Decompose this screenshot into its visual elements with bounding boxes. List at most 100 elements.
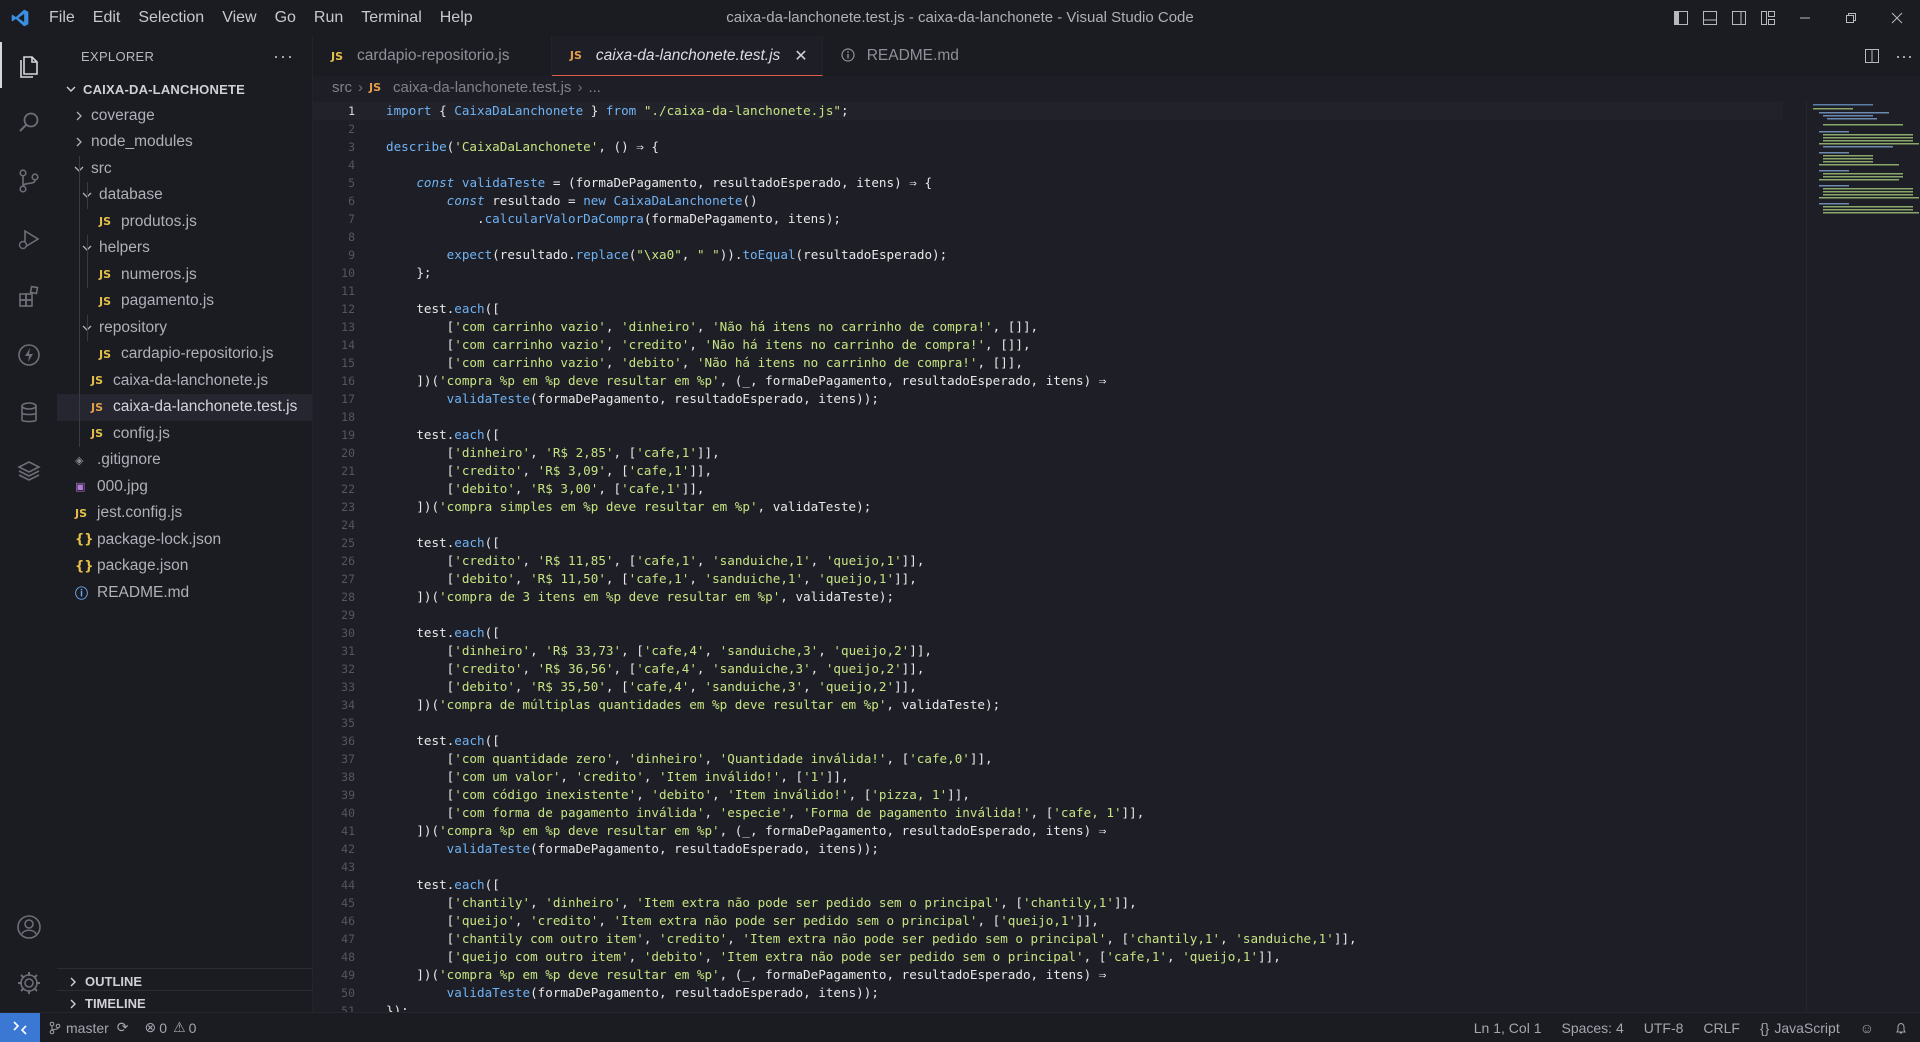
- file-item[interactable]: JS caixa-da-lanchonete.test.js: [57, 394, 312, 421]
- close-tab-icon[interactable]: ✕: [794, 46, 807, 66]
- split-editor-icon[interactable]: [1856, 48, 1888, 64]
- code-token: 'cafe,1': [628, 463, 690, 478]
- file-item[interactable]: JS caixa-da-lanchonete.js: [57, 368, 312, 395]
- menu-run[interactable]: Run: [305, 0, 352, 36]
- branch-status[interactable]: master ⟳: [40, 1013, 137, 1042]
- manage-gear-icon[interactable]: [0, 954, 57, 1012]
- customize-layout-icon[interactable]: [1753, 0, 1782, 36]
- code-line: 51});: [313, 1002, 1783, 1012]
- code-token: itens: [1045, 967, 1084, 982]
- file-item[interactable]: ◈ .gitignore: [57, 447, 312, 474]
- language-mode[interactable]: {} JavaScript: [1750, 1013, 1850, 1042]
- folder-item[interactable]: repository: [57, 315, 312, 342]
- code-token: formaDePagamento: [537, 985, 659, 1000]
- notifications-bell-icon[interactable]: [1884, 1013, 1920, 1042]
- menu-help[interactable]: Help: [431, 0, 482, 36]
- code-token: ]],: [1076, 913, 1099, 928]
- file-item[interactable]: JS config.js: [57, 421, 312, 448]
- restore-icon[interactable]: [1828, 0, 1874, 36]
- timeline-label: TIMELINE: [85, 996, 146, 1011]
- code-text: ['queijo com outro item', 'debito', 'Ite…: [386, 948, 1281, 966]
- file-item[interactable]: ⓘ README.md: [57, 580, 312, 607]
- menu-edit[interactable]: Edit: [84, 0, 130, 36]
- source-control-icon[interactable]: [0, 152, 57, 210]
- workspace-root[interactable]: CAIXA-DA-LANCHONETE: [57, 76, 312, 103]
- sync-icon[interactable]: ⟳: [117, 1019, 129, 1036]
- code-token: validaTeste: [446, 841, 531, 856]
- code-token: "\xa0": [636, 247, 682, 262]
- folder-item[interactable]: src: [57, 156, 312, 183]
- file-item[interactable]: ▣ 000.jpg: [57, 474, 312, 501]
- code-token: ,: [696, 661, 713, 676]
- feedback-icon[interactable]: ☺: [1850, 1013, 1884, 1042]
- accounts-icon[interactable]: [0, 898, 57, 956]
- extensions-icon[interactable]: [0, 268, 57, 326]
- menu-file[interactable]: File: [40, 0, 84, 36]
- code-token: );: [985, 697, 1001, 712]
- minimap[interactable]: [1806, 100, 1920, 1012]
- menu-view[interactable]: View: [213, 0, 265, 36]
- code-token: 'cafe,4': [643, 643, 705, 658]
- tree-item-label: src: [91, 159, 112, 177]
- file-item[interactable]: JS cardapio-repositorio.js: [57, 341, 312, 368]
- remote-indicator-icon[interactable]: [0, 1012, 40, 1042]
- end-of-line[interactable]: CRLF: [1693, 1013, 1750, 1042]
- breadcrumb-file[interactable]: caixa-da-lanchonete.test.js: [393, 79, 571, 96]
- breadcrumb-symbol[interactable]: ...: [588, 79, 601, 96]
- minimize-icon[interactable]: [1782, 0, 1828, 36]
- file-item[interactable]: JS pagamento.js: [57, 288, 312, 315]
- line-number: 18: [341, 410, 355, 424]
- file-item[interactable]: JS produtos.js: [57, 209, 312, 236]
- more-actions-icon[interactable]: ···: [1888, 46, 1920, 67]
- close-window-icon[interactable]: [1874, 0, 1920, 36]
- folder-item[interactable]: coverage: [57, 103, 312, 130]
- line-number: 37: [341, 752, 355, 766]
- code-token: 'sanduiche,3': [719, 643, 819, 658]
- file-item[interactable]: {} package.json: [57, 553, 312, 580]
- code-token: ,: [621, 895, 637, 910]
- code-token: const: [446, 193, 485, 208]
- database-icon[interactable]: [0, 384, 57, 442]
- line-number: 23: [341, 500, 355, 514]
- explorer-icon[interactable]: [0, 36, 57, 94]
- run-and-debug-icon[interactable]: [0, 210, 57, 268]
- file-item[interactable]: {} package-lock.json: [57, 527, 312, 554]
- code-token: CaixaDaLanchonete: [454, 103, 584, 118]
- js-file-icon: JS: [75, 506, 88, 520]
- more-actions-icon[interactable]: ···: [273, 46, 294, 67]
- menu-selection[interactable]: Selection: [129, 0, 213, 36]
- file-item[interactable]: JS numeros.js: [57, 262, 312, 289]
- tree-item-label: database: [99, 186, 163, 204]
- code-token: [: [386, 337, 455, 352]
- code-token: ])(: [386, 823, 440, 838]
- search-icon[interactable]: [0, 94, 57, 152]
- toggle-secondary-sidebar-icon[interactable]: [1724, 0, 1753, 36]
- code-token: '1': [803, 769, 826, 784]
- encoding[interactable]: UTF-8: [1634, 1013, 1694, 1042]
- indentation[interactable]: Spaces: 4: [1551, 1013, 1633, 1042]
- file-item[interactable]: JS jest.config.js: [57, 500, 312, 527]
- cursor-position[interactable]: Ln 1, Col 1: [1464, 1013, 1552, 1042]
- menu-terminal[interactable]: Terminal: [352, 0, 430, 36]
- toggle-primary-sidebar-icon[interactable]: [1666, 0, 1695, 36]
- toggle-panel-icon[interactable]: [1695, 0, 1724, 36]
- folder-item[interactable]: helpers: [57, 235, 312, 262]
- code-token: , (_,: [719, 373, 766, 388]
- folder-item[interactable]: node_modules: [57, 129, 312, 156]
- problems-status[interactable]: ⊗ 0 ⚠ 0: [137, 1013, 205, 1042]
- tab-readme[interactable]: README.md: [823, 36, 973, 76]
- tab-cardapio-repositorio[interactable]: JS cardapio-repositorio.js ✕: [313, 36, 552, 76]
- code-line: 43: [313, 858, 1783, 876]
- code-editor[interactable]: 1 import { CaixaDaLanchonete } from "./ca…: [313, 100, 1920, 1012]
- breadcrumb-folder[interactable]: src: [332, 79, 352, 96]
- tab-caixa-da-lanchonete-test[interactable]: JS caixa-da-lanchonete.test.js ✕: [551, 36, 823, 76]
- code-text: ['com carrinho vazio', 'credito', 'Não h…: [386, 336, 1031, 354]
- code-token: ,: [696, 553, 713, 568]
- folder-item[interactable]: database: [57, 182, 312, 209]
- menu-go[interactable]: Go: [266, 0, 305, 36]
- code-token: 'debito': [651, 787, 713, 802]
- thunder-client-icon[interactable]: [0, 326, 57, 384]
- code-token: 'queijo,1': [818, 571, 895, 586]
- layers-icon[interactable]: [0, 442, 57, 500]
